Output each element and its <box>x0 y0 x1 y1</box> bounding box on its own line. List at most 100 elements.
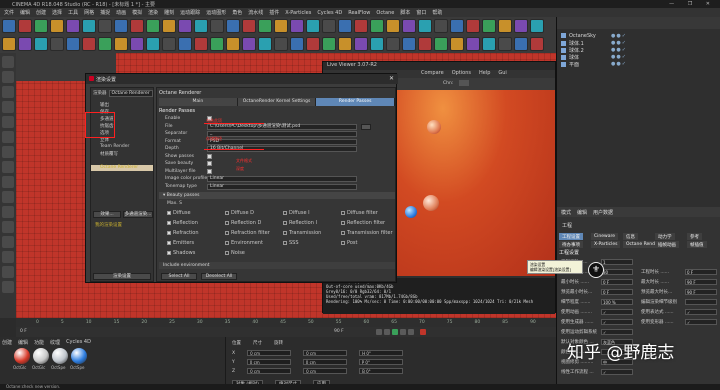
tool-icon[interactable] <box>322 37 336 51</box>
mode-icon[interactable] <box>2 221 14 233</box>
attribute-value[interactable]: 30 <box>601 269 633 275</box>
mode-icon[interactable] <box>2 86 14 98</box>
tool-icon[interactable] <box>18 37 32 51</box>
mode-icon[interactable] <box>2 206 14 218</box>
tool-icon[interactable] <box>482 19 496 33</box>
mode-icon[interactable] <box>2 56 14 68</box>
material-swatch[interactable] <box>14 348 30 364</box>
tool-icon[interactable] <box>370 37 384 51</box>
beauty-pass[interactable]: SSS <box>283 240 299 247</box>
tool-icon[interactable] <box>50 37 64 51</box>
beauty-passes-group[interactable]: ▾ Beauty passes <box>159 192 395 199</box>
menu-item[interactable]: 编辑 <box>20 9 30 16</box>
tool-icon[interactable] <box>354 19 368 33</box>
object-row[interactable]: 球体.1 ●●✓ <box>561 40 626 47</box>
material-menu-item[interactable]: 纹理 <box>50 339 60 346</box>
current-frame[interactable]: 0 F <box>20 329 27 334</box>
tool-icon[interactable] <box>434 19 448 33</box>
mode-icon[interactable] <box>2 101 14 113</box>
attribute-tab[interactable]: 插帧动画 <box>655 241 679 248</box>
tool-icon[interactable] <box>370 19 384 33</box>
timeline-ruler[interactable]: 0 5 10 15 20 25 30 35 40 45 50 55 60 65 70 75 80 85 90 <box>16 318 556 327</box>
attribute-value-2[interactable]: 90 F <box>685 289 717 295</box>
mode-icon[interactable] <box>2 161 14 173</box>
tool-icon[interactable] <box>338 37 352 51</box>
menu-item[interactable]: 创建 <box>36 9 46 16</box>
menu-item[interactable]: 运动跟踪 <box>180 9 200 16</box>
beauty-pass-checkbox[interactable] <box>225 240 229 245</box>
mode-icon[interactable] <box>2 251 14 263</box>
tool-icon[interactable] <box>338 19 352 33</box>
beauty-pass[interactable]: Emitters <box>167 240 194 247</box>
attribute-value[interactable]: 0 F <box>601 279 633 285</box>
tool-icon[interactable] <box>114 19 128 33</box>
object-row[interactable]: 平面 ●●✓ <box>561 61 626 68</box>
record-button[interactable] <box>420 329 426 335</box>
attribute-value-2[interactable] <box>685 299 717 305</box>
browse-button[interactable] <box>361 123 371 130</box>
attribute-tab[interactable]: 动力学 <box>655 233 675 240</box>
tool-icon[interactable] <box>498 37 512 51</box>
beauty-pass[interactable]: Reflection I <box>283 220 317 227</box>
tool-icon[interactable] <box>466 37 480 51</box>
tool-icon[interactable] <box>114 37 128 51</box>
menu-item[interactable]: Octane <box>376 10 394 16</box>
menu-item[interactable]: 模拟 <box>132 9 142 16</box>
beauty-pass[interactable]: Reflection filter <box>341 220 385 227</box>
my-render-settings-item[interactable]: 我的渲染设置 <box>91 222 153 228</box>
coord-field[interactable]: 0 cm <box>303 368 348 374</box>
attribute-value-2[interactable]: 0 F <box>685 269 717 275</box>
tool-icon[interactable] <box>386 37 400 51</box>
coord-field[interactable]: 0 cm <box>247 350 292 356</box>
attribute-value-2[interactable]: 90 F <box>685 279 717 285</box>
tool-icon[interactable] <box>434 37 448 51</box>
material-menu-item[interactable]: Cycles 4D <box>66 339 91 346</box>
menu-item[interactable]: RealFlow <box>348 10 370 16</box>
effects-button[interactable]: 效果... <box>93 211 121 218</box>
menu-item[interactable]: 文件 <box>4 9 14 16</box>
attribute-value[interactable]: 0 F <box>601 289 633 295</box>
octane-tab[interactable]: Main <box>159 98 238 106</box>
menu-item[interactable]: 选择 <box>52 9 62 16</box>
tool-icon[interactable] <box>306 37 320 51</box>
tool-icon[interactable] <box>98 37 112 51</box>
tool-icon[interactable] <box>130 37 144 51</box>
visibility-dots[interactable]: ●●✓ <box>611 61 627 67</box>
settings-list-item[interactable]: Octane Renderer <box>91 165 153 171</box>
menu-item[interactable]: 运动图形 <box>206 9 226 16</box>
attribute-value[interactable]: ✓ <box>601 369 633 375</box>
object-row[interactable]: OctaneSky ●●✓ <box>561 33 626 39</box>
beauty-pass[interactable]: Reflection <box>167 220 198 227</box>
menu-item[interactable]: Cycles 4D <box>317 10 342 16</box>
chn-dropdown[interactable] <box>459 80 469 86</box>
beauty-pass-checkbox[interactable] <box>167 210 171 215</box>
tool-icon[interactable] <box>450 37 464 51</box>
tool-icon[interactable] <box>82 37 96 51</box>
visibility-dots[interactable]: ●●✓ <box>611 33 627 39</box>
menu-item[interactable]: 捕捉 <box>100 9 110 16</box>
render-pass-checkbox[interactable] <box>207 168 212 174</box>
attribute-value[interactable]: ✓ <box>601 319 633 325</box>
attribute-tab[interactable]: 帧插值 <box>687 241 707 248</box>
include-environment[interactable]: Include environment <box>159 262 395 269</box>
tool-icon[interactable] <box>514 37 528 51</box>
tool-icon[interactable] <box>354 37 368 51</box>
tool-icon[interactable] <box>210 37 224 51</box>
beauty-pass-checkbox[interactable] <box>167 240 171 245</box>
tool-icon[interactable] <box>450 19 464 33</box>
attribute-tab[interactable]: X-Particles <box>591 241 621 248</box>
tool-icon[interactable] <box>418 19 432 33</box>
attribute-value[interactable]: 1 <box>601 259 633 265</box>
material-menu-item[interactable]: 编辑 <box>18 339 28 346</box>
menu-item[interactable]: 流水线 <box>248 9 263 16</box>
render-pass-checkbox[interactable] <box>207 153 212 159</box>
mode-icon[interactable] <box>2 71 14 83</box>
attribute-tab[interactable]: 信息 <box>623 233 638 240</box>
tool-icon[interactable] <box>2 37 16 51</box>
end-frame[interactable]: 90 F <box>334 329 344 334</box>
tool-icon[interactable] <box>210 19 224 33</box>
tool-icon[interactable] <box>514 19 528 33</box>
multipass-render-button[interactable]: 多通道渲染... <box>123 211 153 218</box>
tool-icon[interactable] <box>34 37 48 51</box>
render-pass-checkbox[interactable] <box>207 161 212 166</box>
